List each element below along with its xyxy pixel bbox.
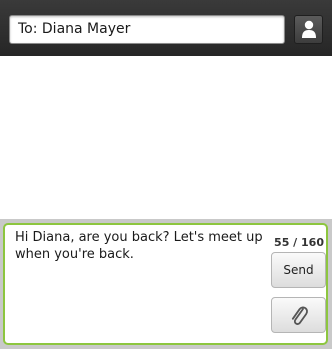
- message-thread: [0, 56, 332, 219]
- message-input-text[interactable]: Hi Diana, are you back? Let's meet up wh…: [15, 229, 263, 263]
- send-button[interactable]: Send: [271, 252, 326, 288]
- person-icon: [302, 20, 316, 38]
- character-counter: 55 / 160: [274, 236, 324, 249]
- paperclip-icon: [291, 306, 308, 325]
- recipient-field[interactable]: To: Diana Mayer: [9, 15, 285, 44]
- attach-button[interactable]: [271, 297, 326, 333]
- add-contact-button[interactable]: [294, 15, 323, 44]
- recipient-bar: To: Diana Mayer: [0, 0, 332, 56]
